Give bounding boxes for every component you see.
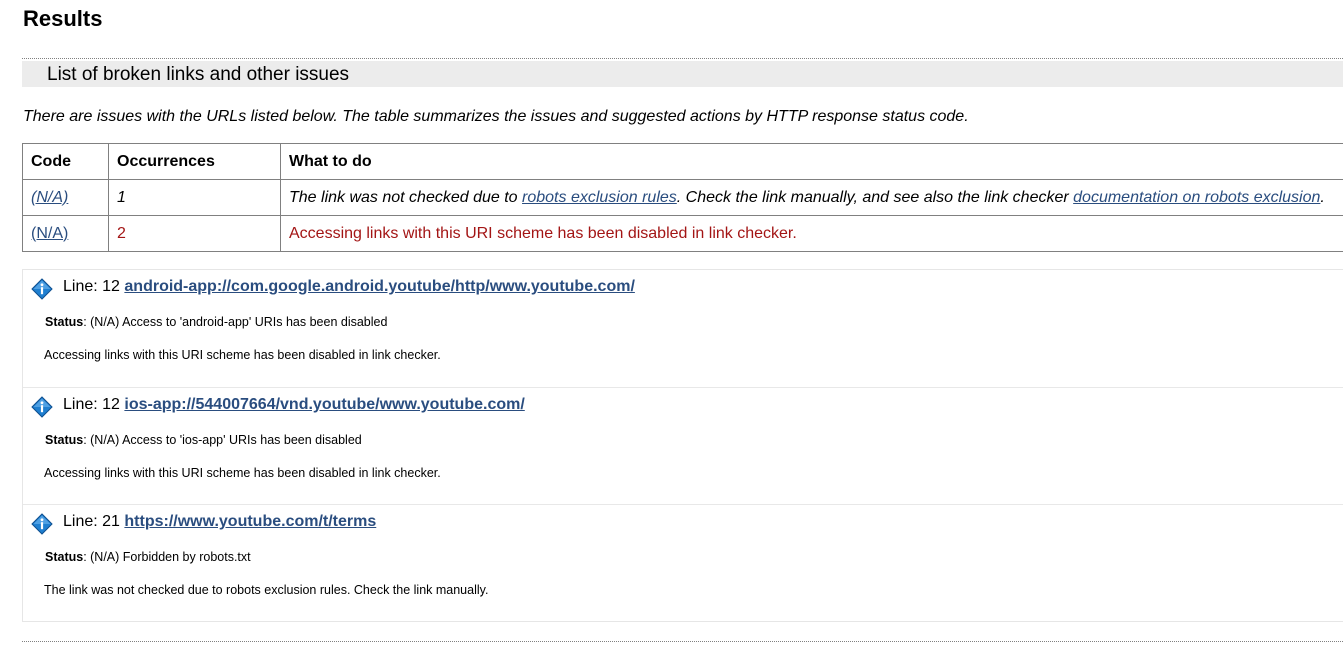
what-to-do-cell: Accessing links with this URI scheme has… bbox=[280, 215, 1343, 252]
issue-url-link[interactable]: ios-app://544007664/vnd.youtube/www.yout… bbox=[124, 396, 524, 413]
status-label: Status bbox=[45, 315, 84, 329]
what-to-do-cell: The link was not checked due to robots e… bbox=[280, 179, 1343, 216]
status-text: : (N/A) Forbidden by robots.txt bbox=[83, 550, 251, 564]
intro-text: There are issues with the URLs listed be… bbox=[23, 108, 969, 125]
status-text: : (N/A) Access to 'android-app' URIs has… bbox=[83, 315, 388, 329]
robots-exclusion-rules-link[interactable]: robots exclusion rules bbox=[522, 189, 677, 206]
bottom-divider bbox=[22, 641, 1343, 642]
summary-table: Code Occurrences What to do (N/A) 1 The … bbox=[22, 143, 1343, 252]
issue-message: Accessing links with this URI scheme has… bbox=[44, 348, 441, 362]
section-divider bbox=[22, 58, 1343, 59]
info-diamond-icon bbox=[31, 513, 53, 535]
issue-url-link[interactable]: https://www.youtube.com/t/terms bbox=[124, 513, 376, 530]
section-title: List of broken links and other issues bbox=[47, 64, 350, 85]
what-to-do-text: The link was not checked due to bbox=[289, 188, 523, 206]
line-number: Line: 12 bbox=[63, 278, 120, 295]
what-to-do-text: . bbox=[1320, 188, 1325, 206]
issue-line: Line: 12 android-app://com.google.androi… bbox=[63, 278, 635, 296]
info-diamond-icon bbox=[31, 396, 53, 418]
header-what-to-do: What to do bbox=[280, 143, 1343, 180]
what-to-do-text: . Check the link manually, and see also … bbox=[676, 188, 1074, 206]
line-number: Line: 12 bbox=[63, 396, 120, 413]
status-label: Status bbox=[45, 550, 84, 564]
issue-message: The link was not checked due to robots e… bbox=[44, 583, 489, 597]
status-text: : (N/A) Access to 'ios-app' URIs has bee… bbox=[83, 433, 362, 447]
issue-item: Line: 12 android-app://com.google.androi… bbox=[23, 270, 1343, 386]
code-link[interactable]: (N/A) bbox=[31, 189, 68, 206]
issue-line: Line: 21 https://www.youtube.com/t/terms bbox=[63, 513, 376, 531]
section-header: List of broken links and other issues bbox=[22, 61, 1343, 87]
occurrences-cell: 1 bbox=[108, 179, 281, 216]
header-occurrences: Occurrences bbox=[108, 143, 281, 180]
code-cell: (N/A) bbox=[22, 215, 109, 252]
issue-url-link[interactable]: android-app://com.google.android.youtube… bbox=[124, 278, 635, 295]
table-row: (N/A) 2 Accessing links with this URI sc… bbox=[22, 215, 1343, 252]
issue-status: Status: (N/A) Access to 'ios-app' URIs h… bbox=[45, 433, 362, 447]
robots-exclusion-docs-link[interactable]: documentation on robots exclusion bbox=[1073, 189, 1320, 206]
issue-status: Status: (N/A) Access to 'android-app' UR… bbox=[45, 315, 387, 329]
issue-item: Line: 12 ios-app://544007664/vnd.youtube… bbox=[23, 387, 1343, 504]
page-title: Results bbox=[23, 6, 103, 31]
issue-status: Status: (N/A) Forbidden by robots.txt bbox=[45, 550, 251, 564]
info-diamond-icon bbox=[31, 278, 53, 300]
issue-list: Line: 12 android-app://com.google.androi… bbox=[22, 269, 1343, 622]
header-code: Code bbox=[22, 143, 109, 180]
status-label: Status bbox=[45, 433, 84, 447]
table-row: (N/A) 1 The link was not checked due to … bbox=[22, 179, 1343, 216]
issue-item: Line: 21 https://www.youtube.com/t/terms… bbox=[23, 504, 1343, 621]
issue-line: Line: 12 ios-app://544007664/vnd.youtube… bbox=[63, 396, 525, 414]
issue-message: Accessing links with this URI scheme has… bbox=[44, 466, 441, 480]
line-number: Line: 21 bbox=[63, 513, 120, 530]
code-link[interactable]: (N/A) bbox=[31, 225, 68, 242]
occurrences-cell: 2 bbox=[108, 215, 281, 252]
code-cell: (N/A) bbox=[22, 179, 109, 216]
table-header-row: Code Occurrences What to do bbox=[22, 143, 1343, 180]
